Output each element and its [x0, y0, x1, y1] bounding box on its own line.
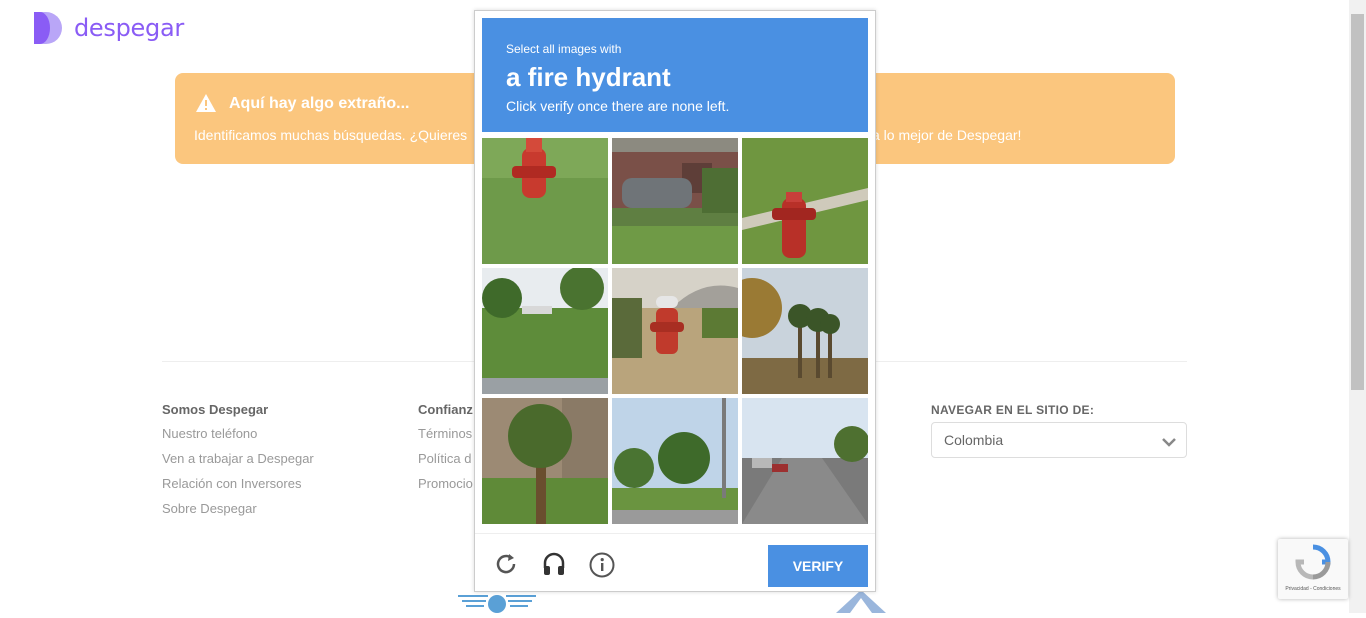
alert-title: Aquí hay algo extraño... — [229, 95, 410, 112]
footer-link-trabajar[interactable]: Ven a trabajar a Despegar — [162, 450, 314, 467]
site-nav-label: NAVEGAR EN EL SITIO DE: — [931, 403, 1095, 417]
alert-message-end: a lo mejor de Despegar! — [872, 127, 1022, 143]
iata-logo — [458, 590, 536, 618]
headphones-icon[interactable] — [542, 552, 566, 576]
footer-link-sobre[interactable]: Sobre Despegar — [162, 500, 314, 517]
scrollbar-thumb[interactable] — [1351, 14, 1364, 390]
captcha-tile-1[interactable] — [482, 138, 608, 264]
recaptcha-badge[interactable]: Privacidad - Condiciones — [1278, 539, 1348, 599]
despegar-logo-icon — [34, 12, 66, 44]
footer-link-telefono[interactable]: Nuestro teléfono — [162, 425, 314, 442]
brand-name: despegar — [74, 14, 184, 42]
captcha-instruction: Click verify once there are none left. — [506, 98, 730, 114]
captcha-tile-7[interactable] — [482, 398, 608, 524]
captcha-footer: VERIFY — [475, 533, 875, 592]
recaptcha-terms[interactable]: Privacidad - Condiciones — [1278, 586, 1348, 592]
captcha-prompt-object: a fire hydrant — [506, 62, 671, 92]
captcha-tile-9[interactable] — [742, 398, 868, 524]
captcha-tile-3[interactable] — [742, 138, 868, 264]
footer-link-terminos[interactable]: Términos — [418, 425, 473, 442]
captcha-tile-6[interactable] — [742, 268, 868, 394]
footer-link-inversores[interactable]: Relación con Inversores — [162, 475, 314, 492]
footer-link-politica[interactable]: Política d — [418, 450, 473, 467]
captcha-tile-5[interactable] — [612, 268, 738, 394]
captcha-dialog: Select all images with a fire hydrant Cl… — [474, 10, 876, 592]
footer-link-promociones[interactable]: Promocio — [418, 475, 473, 492]
country-select-value: Colombia — [944, 432, 1004, 448]
recaptcha-icon — [1295, 544, 1331, 580]
info-icon[interactable] — [589, 552, 615, 578]
captcha-tile-4[interactable] — [482, 268, 608, 394]
captcha-image-grid — [482, 138, 868, 524]
footer-heading: Confianz — [418, 402, 473, 417]
footer-heading: Somos Despegar — [162, 402, 269, 417]
partner-logo — [836, 590, 886, 618]
captcha-tile-2[interactable] — [612, 138, 738, 264]
reload-icon[interactable] — [494, 552, 518, 576]
captcha-prompt-small: Select all images with — [506, 42, 622, 56]
country-select[interactable]: Colombia — [931, 422, 1187, 458]
alert-message: Identificamos muchas búsquedas. ¿Quieres — [194, 127, 468, 143]
verify-button[interactable]: VERIFY — [768, 545, 868, 587]
captcha-header: Select all images with a fire hydrant Cl… — [482, 18, 868, 132]
captcha-tile-8[interactable] — [612, 398, 738, 524]
footer-column-somos: Somos Despegar Nuestro teléfono Ven a tr… — [162, 402, 314, 525]
footer-column-confianza: Confianz Términos Política d Promocio — [418, 402, 473, 500]
chevron-down-icon — [1162, 434, 1176, 452]
despegar-logo[interactable]: despegar — [34, 12, 184, 44]
warning-icon — [195, 93, 217, 118]
page-scrollbar[interactable] — [1349, 0, 1366, 613]
